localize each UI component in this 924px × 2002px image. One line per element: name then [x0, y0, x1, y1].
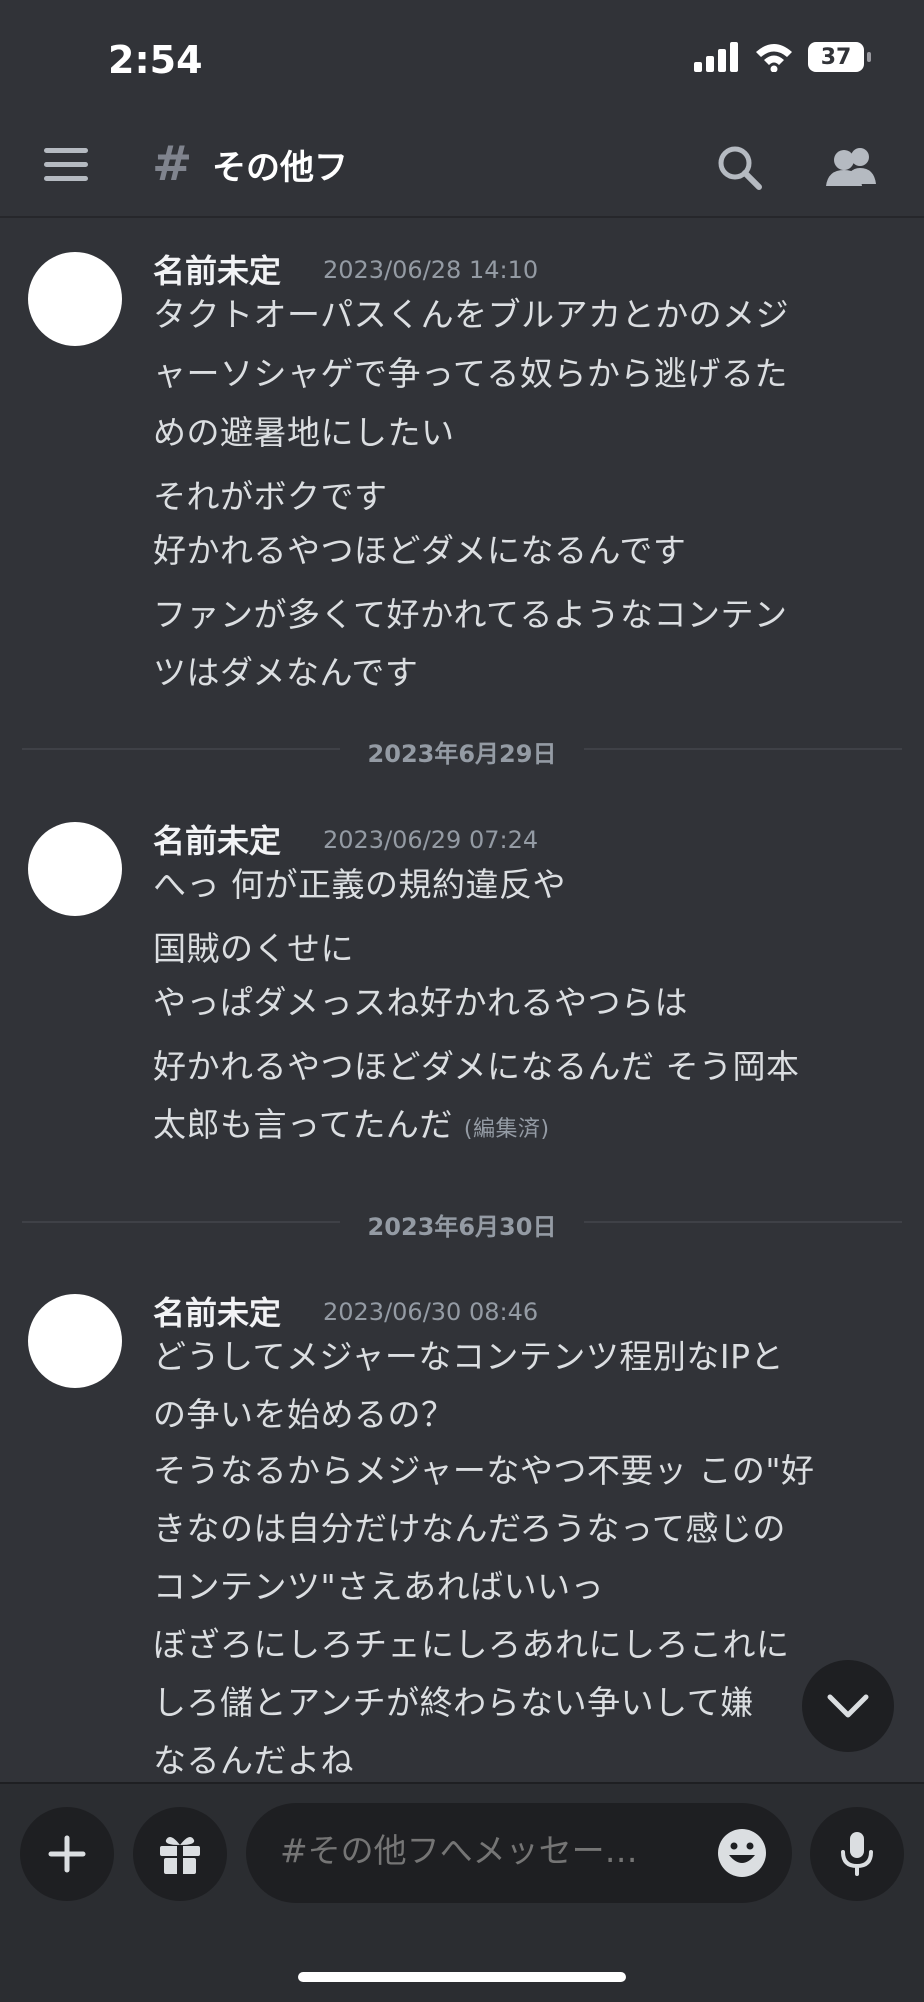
message-line: ツはダメなんです — [153, 653, 419, 692]
status-icons: 37 — [694, 42, 871, 72]
add-attachment-button[interactable] — [20, 1807, 114, 1901]
message-line: めの避暑地にしたい — [153, 413, 455, 452]
status-bar: 2:54 37 — [0, 0, 924, 120]
search-icon[interactable] — [712, 140, 768, 196]
message-list[interactable]: 名前未定 2023/06/28 14:10 タクトオーパスくんをブルアカとかのメ… — [0, 218, 924, 1780]
voice-message-button[interactable] — [810, 1807, 904, 1901]
gift-button[interactable] — [133, 1807, 227, 1901]
cellular-signal-icon — [694, 42, 738, 72]
message-line: 国賊のくせに — [153, 929, 354, 968]
home-indicator[interactable] — [298, 1972, 626, 1982]
timestamp: 2023/06/30 08:46 — [323, 1298, 539, 1326]
message-input[interactable] — [280, 1831, 700, 1870]
jump-to-latest-button[interactable] — [802, 1660, 894, 1752]
channel-header: # その他フ — [0, 120, 924, 218]
emoji-icon[interactable] — [716, 1827, 768, 1879]
hash-icon: # — [152, 136, 193, 192]
username[interactable]: 名前未定 — [153, 1288, 281, 1334]
avatar[interactable] — [28, 822, 122, 916]
username[interactable]: 名前未定 — [153, 246, 281, 292]
message-line: ファンが多くて好かれてるようなコンテン — [153, 595, 788, 634]
message-text: 太郎も言ってたんだ — [153, 1105, 453, 1144]
message-line: の争いを始めるの？ — [153, 1395, 455, 1434]
microphone-icon — [841, 1832, 873, 1876]
timestamp: 2023/06/28 14:10 — [323, 256, 539, 284]
chevron-down-icon — [827, 1694, 869, 1718]
hamburger-menu-icon[interactable] — [44, 148, 88, 188]
channel-title[interactable]: その他フ — [212, 140, 348, 189]
date-divider-label: 2023年6月30日 — [340, 1207, 584, 1242]
message-composer — [0, 1782, 924, 2002]
message-line: きなのは自分だけなんだろうなって感じの — [153, 1509, 786, 1548]
message-line: タクトオーパスくんをブルアカとかのメジ — [153, 295, 790, 334]
message-line: ぼざろにしろチェにしろあれにしろこれに — [153, 1625, 790, 1664]
battery-indicator: 37 — [808, 42, 871, 72]
message-line: しろ儲とアンチが終わらない争いして嫌 — [153, 1683, 754, 1722]
plus-icon — [48, 1835, 86, 1873]
date-divider-label: 2023年6月29日 — [340, 734, 584, 769]
message-line: なるんだよね — [153, 1741, 354, 1780]
avatar[interactable] — [28, 252, 122, 346]
message-line: それがボクです — [153, 477, 388, 516]
message-input-container[interactable] — [246, 1803, 792, 1903]
message-line: やっぱダメっスね好かれるやつらは — [153, 983, 689, 1022]
message-line: ャーソシャゲで争ってる奴らから逃げるた — [153, 354, 788, 393]
gift-icon — [160, 1836, 200, 1876]
edited-label: (編集済) — [463, 1117, 550, 1142]
message-line: 好かれるやつほどダメになるんです — [153, 531, 687, 570]
avatar[interactable] — [28, 1294, 122, 1388]
message-line: へっ 何が正義の規約違反や — [153, 865, 566, 904]
message-line: そうなるからメジャーなやつ不要ッ この"好 — [153, 1451, 815, 1490]
username[interactable]: 名前未定 — [153, 816, 281, 862]
message-line: 太郎も言ってたんだ (編集済) — [153, 1098, 550, 1146]
members-icon[interactable] — [822, 140, 882, 196]
message-line: コンテンツ"さえあればいいっ — [153, 1567, 605, 1606]
timestamp: 2023/06/29 07:24 — [323, 826, 539, 854]
message-line: どうしてメジャーなコンテンツ程別なIPと — [153, 1337, 784, 1376]
message-line: 好かれるやつほどダメになるんだ そう岡本 — [153, 1047, 800, 1086]
status-time: 2:54 — [108, 38, 203, 82]
wifi-icon — [756, 44, 792, 72]
